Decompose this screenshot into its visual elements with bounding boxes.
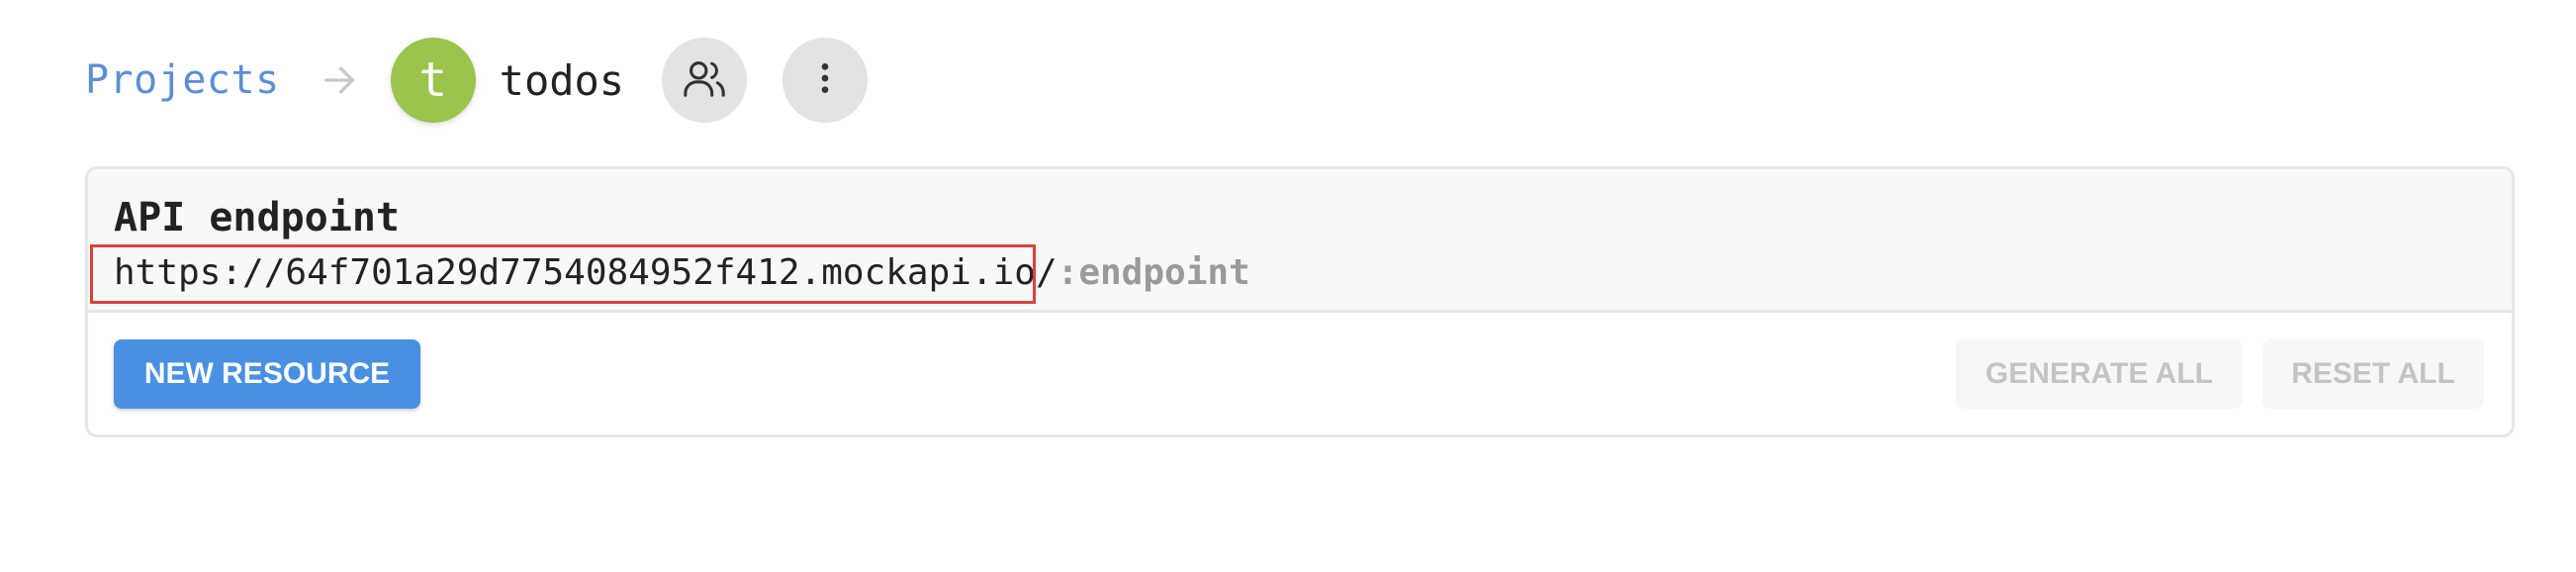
more-vertical-icon xyxy=(805,58,845,103)
project-avatar: t xyxy=(390,38,476,123)
arrow-right-icon xyxy=(320,60,359,100)
api-endpoint-card: API endpoint https://64f701a29d775408495… xyxy=(85,166,2515,437)
project-menu-button[interactable] xyxy=(782,38,869,123)
api-endpoint-title: API endpoint xyxy=(114,195,400,240)
reset-all-button[interactable]: RESET ALL xyxy=(2262,339,2484,409)
breadcrumb: Projects t todos xyxy=(85,36,869,125)
project-name: todos xyxy=(499,55,625,105)
api-endpoint-placeholder: :endpoint xyxy=(1057,252,1250,293)
breadcrumb-projects-link[interactable]: Projects xyxy=(85,57,280,103)
project-members-button[interactable] xyxy=(662,38,748,123)
api-base-url[interactable]: https://64f701a29d7754084952f412.mockapi… xyxy=(114,252,1058,293)
generate-all-button[interactable]: GENERATE ALL xyxy=(1956,339,2243,409)
api-endpoint-url[interactable]: https://64f701a29d7754084952f412.mockapi… xyxy=(90,244,1250,304)
users-icon xyxy=(682,55,727,106)
api-endpoint-header: API endpoint https://64f701a29d775408495… xyxy=(88,169,2512,313)
new-resource-button[interactable]: NEW RESOURCE xyxy=(114,339,420,409)
